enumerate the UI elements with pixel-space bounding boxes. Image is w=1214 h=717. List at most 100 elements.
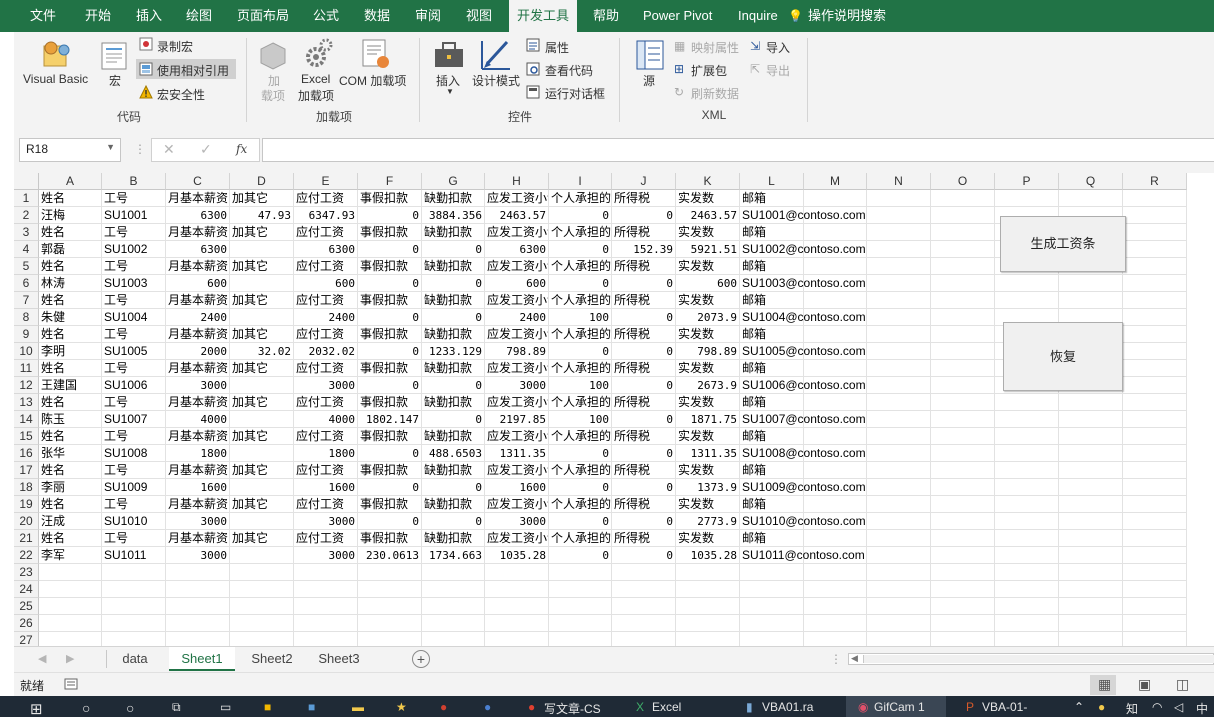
- header-cell[interactable]: 个人承担的: [549, 496, 612, 513]
- data-cell[interactable]: SU1004: [102, 309, 166, 326]
- header-cell[interactable]: 缺勤扣款: [422, 224, 485, 241]
- cell[interactable]: [1059, 394, 1123, 411]
- header-cell[interactable]: 个人承担的: [549, 428, 612, 445]
- data-cell[interactable]: 1600: [485, 479, 549, 496]
- cell[interactable]: [995, 479, 1059, 496]
- powerpoint-icon[interactable]: P: [966, 700, 974, 717]
- macro-record-status-icon[interactable]: [64, 678, 78, 690]
- data-cell[interactable]: 0: [422, 479, 485, 496]
- data-cell[interactable]: 2073.9: [676, 309, 740, 326]
- data-cell[interactable]: 1311.35: [485, 445, 549, 462]
- data-cell[interactable]: 王建国: [39, 377, 102, 394]
- cell[interactable]: [1123, 394, 1187, 411]
- data-cell[interactable]: SU1001: [102, 207, 166, 224]
- cell[interactable]: [931, 224, 995, 241]
- formula-input[interactable]: [262, 138, 1214, 162]
- header-cell[interactable]: 工号: [102, 496, 166, 513]
- header-cell[interactable]: 所得税: [612, 496, 676, 513]
- cell[interactable]: [931, 598, 995, 615]
- header-cell[interactable]: 应发工资小计: [485, 258, 549, 275]
- chrome-icon[interactable]: ●: [528, 700, 535, 717]
- task-view-icon[interactable]: ⧉: [172, 700, 181, 717]
- cell[interactable]: [1059, 632, 1123, 646]
- menu-tab[interactable]: Inquire: [738, 0, 778, 32]
- cell[interactable]: [867, 224, 931, 241]
- header-cell[interactable]: 加其它: [230, 190, 294, 207]
- cell[interactable]: [931, 428, 995, 445]
- header-cell[interactable]: 实发数: [676, 292, 740, 309]
- cell[interactable]: [804, 326, 867, 343]
- worksheet-grid[interactable]: A B C D E F G H I J K L M N O P Q R 1 2 3 4 5 6 7 8 9 10 11 12 13 14 15 1…: [14, 173, 1214, 646]
- cell[interactable]: [549, 581, 612, 598]
- data-cell[interactable]: 林涛: [39, 275, 102, 292]
- data-cell[interactable]: [230, 309, 294, 326]
- visual-basic-button[interactable]: Visual Basic: [23, 72, 88, 86]
- cell[interactable]: [358, 564, 422, 581]
- header-cell[interactable]: 加其它: [230, 462, 294, 479]
- cell[interactable]: [422, 564, 485, 581]
- cell[interactable]: [485, 581, 549, 598]
- run-dialog-button[interactable]: 运行对话框: [545, 85, 605, 102]
- header-cell[interactable]: 邮箱: [740, 190, 804, 207]
- cell[interactable]: [676, 581, 740, 598]
- data-cell[interactable]: [230, 275, 294, 292]
- menu-tab[interactable]: 文件: [30, 0, 56, 32]
- header-cell[interactable]: 邮箱: [740, 326, 804, 343]
- cell[interactable]: [1123, 598, 1187, 615]
- cell[interactable]: [1059, 190, 1123, 207]
- data-cell[interactable]: 3000: [166, 377, 230, 394]
- cell[interactable]: [1123, 258, 1187, 275]
- header-cell[interactable]: 应付工资: [294, 360, 358, 377]
- header-cell[interactable]: 缺勤扣款: [422, 292, 485, 309]
- data-cell[interactable]: 3884.356: [422, 207, 485, 224]
- excel-icon[interactable]: X: [636, 700, 644, 717]
- cell[interactable]: [804, 598, 867, 615]
- data-cell[interactable]: 100: [549, 411, 612, 428]
- data-cell[interactable]: SU1007: [102, 411, 166, 428]
- data-cell[interactable]: SU1002@contoso.com: [740, 241, 866, 258]
- header-cell[interactable]: 工号: [102, 428, 166, 445]
- header-cell[interactable]: 应付工资: [294, 224, 358, 241]
- data-cell[interactable]: SU1008: [102, 445, 166, 462]
- cell[interactable]: [1123, 496, 1187, 513]
- data-cell[interactable]: 3000: [294, 547, 358, 564]
- header-cell[interactable]: 事假扣款: [358, 292, 422, 309]
- data-cell[interactable]: 0: [612, 411, 676, 428]
- cell[interactable]: [740, 632, 804, 646]
- column-header[interactable]: Q: [1059, 173, 1123, 190]
- menu-tab[interactable]: 公式: [313, 0, 339, 32]
- data-cell[interactable]: [230, 513, 294, 530]
- page-break-view-icon[interactable]: ◫: [1176, 676, 1189, 693]
- data-cell[interactable]: 0: [422, 241, 485, 258]
- data-cell[interactable]: SU1007@contoso.com: [740, 411, 866, 428]
- taskbar-item-powerpoint[interactable]: VBA-01-: [982, 700, 1027, 717]
- header-cell[interactable]: 缺勤扣款: [422, 462, 485, 479]
- cell[interactable]: [676, 598, 740, 615]
- data-cell[interactable]: SU1003@contoso.com: [740, 275, 866, 292]
- cell[interactable]: [1059, 462, 1123, 479]
- row-header[interactable]: 26: [14, 615, 39, 632]
- data-cell[interactable]: 李军: [39, 547, 102, 564]
- header-cell[interactable]: 应付工资: [294, 530, 358, 547]
- header-cell[interactable]: 事假扣款: [358, 394, 422, 411]
- menu-tab[interactable]: 开始: [85, 0, 111, 32]
- header-cell[interactable]: 月基本薪资: [166, 190, 230, 207]
- header-cell[interactable]: 加其它: [230, 326, 294, 343]
- cell[interactable]: [995, 462, 1059, 479]
- data-cell[interactable]: [230, 241, 294, 258]
- cell[interactable]: [422, 581, 485, 598]
- data-cell[interactable]: 6300: [166, 207, 230, 224]
- header-cell[interactable]: 姓名: [39, 292, 102, 309]
- cell[interactable]: [358, 581, 422, 598]
- cell[interactable]: [995, 598, 1059, 615]
- header-cell[interactable]: 工号: [102, 292, 166, 309]
- row-header[interactable]: 4: [14, 241, 39, 258]
- cell[interactable]: [995, 547, 1059, 564]
- data-cell[interactable]: 张华: [39, 445, 102, 462]
- data-cell[interactable]: 0: [358, 445, 422, 462]
- header-cell[interactable]: 邮箱: [740, 360, 804, 377]
- cell[interactable]: [1059, 513, 1123, 530]
- header-cell[interactable]: 姓名: [39, 496, 102, 513]
- data-cell[interactable]: 1035.28: [485, 547, 549, 564]
- header-cell[interactable]: 缺勤扣款: [422, 258, 485, 275]
